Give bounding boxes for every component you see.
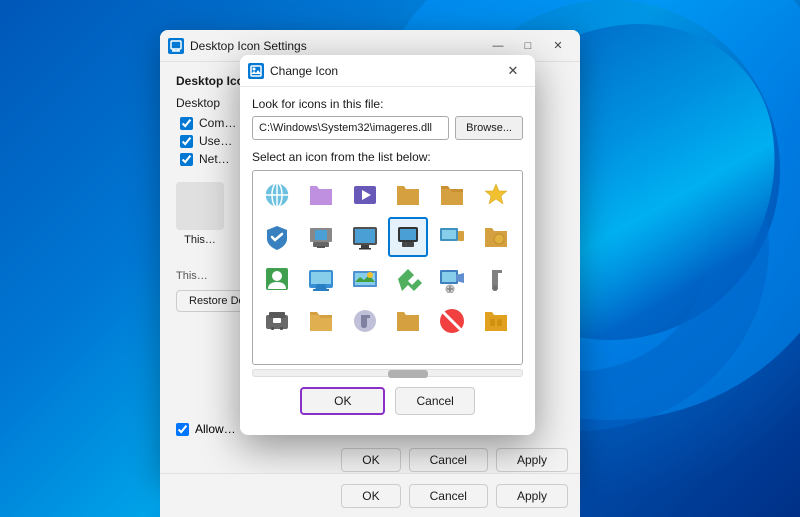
main-cancel-button[interactable]: Cancel: [409, 484, 488, 508]
window-controls: — □ ✕: [484, 36, 572, 56]
change-icon-title-icon: [248, 63, 264, 79]
change-icon-titlebar: Change Icon ✕: [240, 55, 535, 87]
main-ok-button[interactable]: OK: [341, 484, 400, 508]
browse-button[interactable]: Browse...: [455, 116, 523, 140]
icon-cell-6[interactable]: [476, 175, 516, 215]
scrollbar-thumb: [388, 370, 428, 378]
desktop-ok-button[interactable]: OK: [341, 448, 400, 472]
file-path-row: Browse...: [252, 116, 523, 140]
main-apply-button[interactable]: Apply: [496, 484, 568, 508]
icon-cell-5[interactable]: [432, 175, 472, 215]
icon-cell-3[interactable]: [345, 175, 385, 215]
icon-cell-4[interactable]: [388, 175, 428, 215]
maximize-button[interactable]: □: [514, 36, 542, 56]
check-network-label: Net…: [199, 152, 230, 166]
this-preview: This…: [176, 182, 224, 246]
check-user-label: Use…: [199, 134, 232, 148]
icon-cell-21[interactable]: [345, 301, 385, 341]
icon-cell-16[interactable]: [388, 259, 428, 299]
desktop-settings-title: Desktop Icon Settings: [190, 39, 484, 53]
check-computer[interactable]: [180, 117, 193, 130]
desktop-cancel-button[interactable]: Cancel: [409, 448, 488, 472]
icon-cell-17[interactable]: [432, 259, 472, 299]
icon-cell-20[interactable]: [301, 301, 341, 341]
main-bottom-bar: OK Cancel Apply: [160, 473, 580, 517]
desktop-settings-title-icon: [168, 38, 184, 54]
icon-grid: [257, 175, 518, 341]
change-icon-content: Look for icons in this file: Browse... S…: [240, 87, 535, 425]
icon-cell-8[interactable]: [301, 217, 341, 257]
file-path-input[interactable]: [252, 116, 449, 140]
check-network[interactable]: [180, 153, 193, 166]
icon-cell-14[interactable]: [301, 259, 341, 299]
allow-checkbox[interactable]: [176, 423, 189, 436]
icon-cell-11[interactable]: [432, 217, 472, 257]
change-icon-close-button[interactable]: ✕: [499, 61, 527, 81]
select-icon-label: Select an icon from the list below:: [252, 150, 523, 164]
icon-grid-scrollbar[interactable]: [252, 369, 523, 377]
icon-cell-15[interactable]: [345, 259, 385, 299]
change-icon-dialog-buttons: OK Cancel: [252, 387, 523, 415]
minimize-button[interactable]: —: [484, 36, 512, 56]
icon-cell-7[interactable]: [257, 217, 297, 257]
icon-cell-10[interactable]: [388, 217, 428, 257]
check-user[interactable]: [180, 135, 193, 148]
icon-cell-23[interactable]: [432, 301, 472, 341]
icon-cell-12[interactable]: [476, 217, 516, 257]
icon-cell-1[interactable]: [257, 175, 297, 215]
icon-cell-18[interactable]: [476, 259, 516, 299]
allow-section: Allow…: [176, 422, 236, 436]
close-button[interactable]: ✕: [544, 36, 572, 56]
this-label: This…: [184, 234, 216, 246]
icon-cell-2[interactable]: [301, 175, 341, 215]
desktop-settings-buttons: OK Cancel Apply: [341, 448, 568, 472]
file-label: Look for icons in this file:: [252, 97, 523, 111]
icon-cell-13[interactable]: [257, 259, 297, 299]
change-icon-cancel-button[interactable]: Cancel: [395, 387, 474, 415]
change-icon-title: Change Icon: [270, 64, 499, 78]
icon-cell-9[interactable]: [345, 217, 385, 257]
desktop-apply-button[interactable]: Apply: [496, 448, 568, 472]
check-computer-label: Com…: [199, 116, 236, 130]
this-icon: [176, 182, 224, 230]
allow-label: Allow…: [195, 422, 236, 436]
change-icon-dialog: Change Icon ✕ Look for icons in this fil…: [240, 55, 535, 435]
icon-cell-22[interactable]: [388, 301, 428, 341]
icon-cell-24[interactable]: [476, 301, 516, 341]
icon-cell-19[interactable]: [257, 301, 297, 341]
icon-grid-container[interactable]: [252, 170, 523, 365]
change-icon-ok-button[interactable]: OK: [300, 387, 385, 415]
